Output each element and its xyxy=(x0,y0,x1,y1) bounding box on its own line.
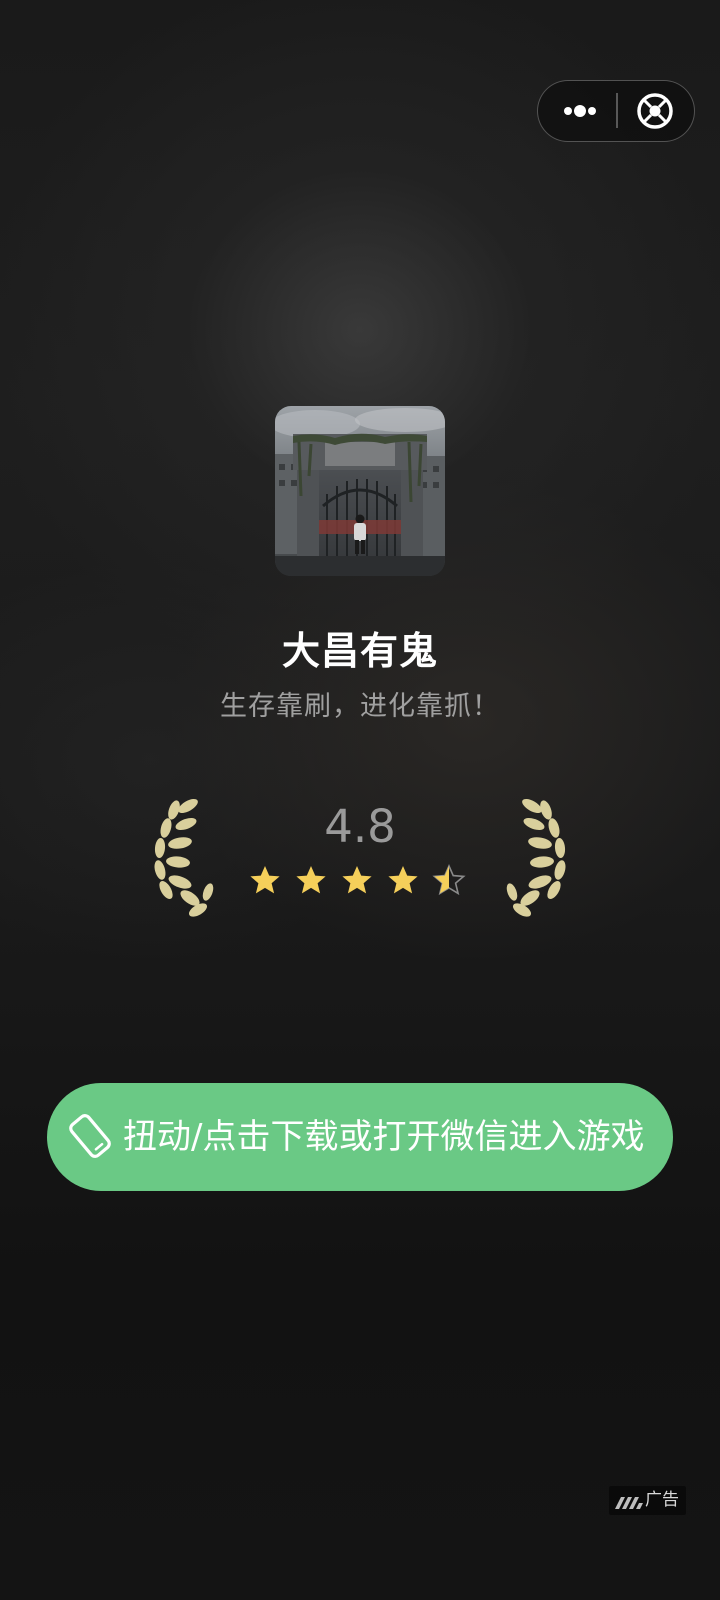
ad-label: 广告 xyxy=(645,1490,679,1510)
rating-stars xyxy=(248,864,478,900)
close-target-icon xyxy=(637,93,673,129)
star-half-icon xyxy=(432,864,466,896)
star-full-icon xyxy=(342,866,372,894)
more-button[interactable] xyxy=(550,81,610,140)
phone-tilt-icon xyxy=(69,1114,111,1158)
close-button[interactable] xyxy=(632,89,678,133)
ad-logo-icon xyxy=(615,1497,643,1509)
rating-value: 4.8 xyxy=(324,800,396,853)
game-app-icon[interactable] xyxy=(275,406,445,576)
game-title: 大昌有鬼 xyxy=(281,629,438,673)
star-full-icon xyxy=(388,866,418,894)
more-dots-icon xyxy=(564,105,596,117)
ad-badge: 广告 xyxy=(609,1486,686,1515)
open-game-button[interactable]: 扭动/点击下载或打开微信进入游戏 xyxy=(47,1083,673,1191)
capsule-divider xyxy=(616,93,618,128)
open-game-label: 扭动/点击下载或打开微信进入游戏 xyxy=(123,1117,645,1157)
star-full-icon xyxy=(296,866,326,894)
capsule-menu xyxy=(537,80,695,142)
game-subtitle: 生存靠刷，进化靠抓！ xyxy=(220,691,500,722)
star-full-icon xyxy=(250,866,280,894)
